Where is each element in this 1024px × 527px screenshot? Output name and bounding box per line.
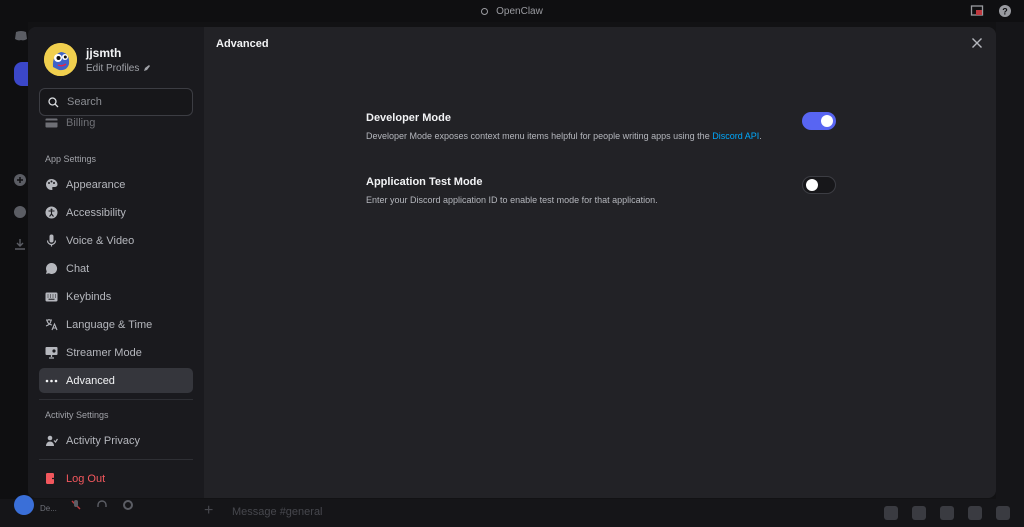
mute-icon[interactable] <box>70 499 82 511</box>
logout-label: Log Out <box>66 472 106 485</box>
explore-icon[interactable] <box>14 206 28 220</box>
discord-logo-icon[interactable] <box>14 30 28 44</box>
add-server-icon[interactable] <box>14 174 28 188</box>
guild-icon-selected[interactable] <box>14 62 28 86</box>
avatar[interactable] <box>44 43 77 76</box>
close-icon[interactable] <box>970 37 984 51</box>
sidebar-item-advanced[interactable]: Advanced <box>39 368 193 393</box>
monitor-icon <box>45 346 58 359</box>
guild-rail <box>0 22 28 527</box>
sidebar-item-language-time[interactable]: Language & Time <box>39 312 193 337</box>
microphone-icon <box>45 234 58 247</box>
settings-gear-icon[interactable] <box>122 499 134 511</box>
sidebar-item-label: Accessibility <box>66 206 126 219</box>
search-icon <box>48 96 59 107</box>
help-icon[interactable]: ? <box>998 4 1012 18</box>
bottom-bar: De... + Message #general <box>0 495 1024 527</box>
activity-settings-header: Activity Settings <box>45 410 109 420</box>
screen-share-icon[interactable] <box>970 4 984 18</box>
discord-api-link[interactable]: Discord API <box>712 131 759 141</box>
palette-icon <box>45 178 58 191</box>
toggle-knob <box>821 115 833 127</box>
svg-text:?: ? <box>1002 7 1008 17</box>
app-settings-header: App Settings <box>45 154 97 164</box>
edit-profiles-link[interactable]: Edit Profiles <box>86 63 151 74</box>
gift-icon[interactable] <box>884 506 898 520</box>
developer-mode-description-suffix: . <box>759 131 762 141</box>
sidebar-item-label: Advanced <box>66 374 115 387</box>
page-title: Advanced <box>216 38 269 50</box>
sidebar-divider <box>39 399 193 400</box>
accessibility-icon <box>45 206 58 219</box>
gif-icon[interactable] <box>912 506 926 520</box>
application-test-mode-setting: Application Test Mode Enter your Discord… <box>366 176 836 207</box>
developer-mode-description-text: Developer Mode exposes context menu item… <box>366 131 713 141</box>
settings-modal: jjsmth Edit Profiles Billing App Setting… <box>28 27 996 498</box>
attach-plus-icon[interactable]: + <box>204 502 213 520</box>
emoji-icon[interactable] <box>968 506 982 520</box>
edit-profiles-label: Edit Profiles <box>86 62 140 74</box>
window-title: OpenClaw <box>496 5 543 17</box>
logout-button[interactable]: Log Out <box>39 466 193 491</box>
sidebar-divider <box>39 459 193 460</box>
developer-mode-title: Developer Mode <box>366 112 451 124</box>
profile-username: jjsmth <box>86 45 122 60</box>
sidebar-item-label: Chat <box>66 262 90 275</box>
app-status-icon <box>481 7 489 15</box>
toggle-knob <box>806 179 818 191</box>
application-test-mode-description: Enter your Discord application ID to ena… <box>366 195 658 205</box>
chat-bubble-icon <box>45 262 58 275</box>
user-status-mini: De... <box>40 504 57 513</box>
search-box[interactable] <box>39 88 193 116</box>
sidebar-item-billing[interactable]: Billing <box>39 116 193 130</box>
logout-icon <box>45 472 58 485</box>
apps-icon[interactable] <box>996 506 1010 520</box>
application-test-mode-title: Application Test Mode <box>366 176 483 188</box>
profile-header[interactable]: jjsmth Edit Profiles <box>39 43 193 76</box>
billing-card-icon <box>45 117 58 130</box>
keyboard-icon <box>45 290 58 303</box>
user-avatar-mini[interactable] <box>14 495 34 515</box>
search-input[interactable] <box>67 96 177 108</box>
window-titlebar: OpenClaw ? <box>0 0 1024 22</box>
sticker-icon[interactable] <box>940 506 954 520</box>
developer-mode-setting: Developer Mode Developer Mode exposes co… <box>366 112 836 143</box>
download-icon[interactable] <box>14 238 28 252</box>
people-icon <box>45 434 58 447</box>
developer-mode-description: Developer Mode exposes context menu item… <box>366 130 766 143</box>
message-input-placeholder: Message #general <box>232 506 323 518</box>
sidebar-item-accessibility[interactable]: Accessibility <box>39 200 193 225</box>
sidebar-item-label: Billing <box>66 117 96 129</box>
sidebar-item-appearance[interactable]: Appearance <box>39 172 193 197</box>
sidebar-item-label: Streamer Mode <box>66 346 142 359</box>
settings-sidebar: jjsmth Edit Profiles Billing App Setting… <box>28 27 204 498</box>
sidebar-item-label: Keybinds <box>66 290 112 303</box>
settings-content: Advanced Developer Mode Developer Mode e… <box>204 27 996 498</box>
right-panel-background <box>996 22 1024 499</box>
sidebar-item-keybinds[interactable]: Keybinds <box>39 284 193 309</box>
sidebar-item-chat[interactable]: Chat <box>39 256 193 281</box>
sidebar-item-voice-video[interactable]: Voice & Video <box>39 228 193 253</box>
sidebar-item-activity-privacy[interactable]: Activity Privacy <box>39 428 193 453</box>
more-dots-icon <box>45 374 58 387</box>
developer-mode-toggle[interactable] <box>802 112 836 130</box>
pencil-icon <box>144 65 151 71</box>
sidebar-item-label: Appearance <box>66 178 126 191</box>
sidebar-item-streamer-mode[interactable]: Streamer Mode <box>39 340 193 365</box>
sidebar-item-label: Language & Time <box>66 318 153 331</box>
language-icon <box>45 318 58 331</box>
sidebar-item-label: Voice & Video <box>66 234 135 247</box>
application-test-mode-toggle[interactable] <box>802 176 836 194</box>
sidebar-item-label: Activity Privacy <box>66 434 140 447</box>
headphones-icon[interactable] <box>96 499 108 511</box>
